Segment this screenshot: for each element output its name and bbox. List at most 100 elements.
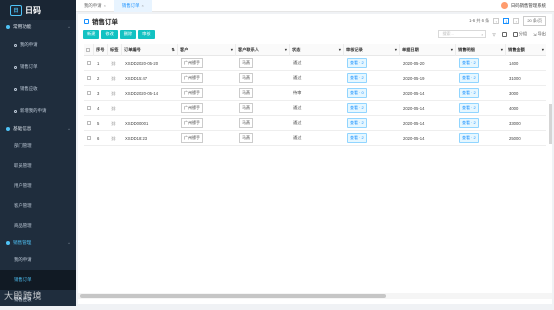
column-header[interactable]: 序号 bbox=[94, 43, 108, 56]
group-button[interactable]: 分组 bbox=[512, 31, 527, 37]
view-link-tag[interactable]: 查看 · 2 bbox=[459, 133, 479, 143]
reference-pill[interactable]: 马燕 bbox=[239, 103, 253, 113]
chevron-down-icon[interactable]: ▾ bbox=[285, 47, 287, 52]
reference-pill[interactable]: 广州镖手 bbox=[181, 103, 203, 113]
link-icon[interactable]: ⛓ bbox=[111, 106, 116, 111]
reference-pill[interactable]: 广州镖手 bbox=[181, 88, 203, 98]
export-button[interactable]: ⇲ 导出 bbox=[533, 31, 546, 37]
view-link-tag[interactable]: 查看 · 2 bbox=[459, 88, 479, 98]
reference-pill[interactable]: 马燕 bbox=[239, 118, 253, 128]
column-header[interactable]: 标签 bbox=[108, 43, 122, 56]
view-link-tag[interactable]: 查看 · 0 bbox=[347, 88, 367, 98]
column-header[interactable]: 客户 ▾ bbox=[178, 43, 236, 56]
row-checkbox[interactable] bbox=[87, 90, 91, 95]
row-checkbox[interactable] bbox=[87, 105, 91, 110]
sidebar-item-new-request[interactable]: 新增我的申请 bbox=[0, 100, 76, 122]
table-row[interactable]: 5 ⛓ XSDD00001 广州镖手 马燕 通过 查看 · 2 2020-05-14 查看 · … bbox=[84, 116, 546, 131]
chevron-down-icon[interactable]: ▾ bbox=[395, 47, 397, 52]
reference-pill[interactable]: 马燕 bbox=[239, 73, 253, 83]
table-row[interactable]: 2 ⛓ XSDD15:47 广州镖手 马燕 通过 查看 · 2 2020-05-19 查看 · … bbox=[84, 71, 546, 86]
table-row[interactable]: 6 ⛓ XSDD18:23 广州镖手 马燕 通过 查看 · 2 2020-05-14 查看 · … bbox=[84, 131, 546, 146]
edit-button[interactable]: 修改 bbox=[101, 29, 118, 39]
view-link-tag[interactable]: 查看 · 2 bbox=[347, 58, 367, 68]
link-icon[interactable]: ⛓ bbox=[111, 76, 116, 81]
tab-sales-orders[interactable]: 销售订单 × bbox=[113, 0, 152, 12]
table-cell: 2020-05-14 bbox=[403, 90, 425, 96]
sidebar-item-sales-receivable[interactable]: 销售应收 bbox=[0, 78, 76, 100]
column-header[interactable]: 客户联系人 ▾ bbox=[236, 43, 290, 56]
select-all-cell[interactable] bbox=[84, 43, 94, 56]
view-link-tag[interactable]: 查看 · 2 bbox=[347, 133, 367, 143]
sidebar-group-sales[interactable]: 销售管理 ^ bbox=[0, 236, 76, 250]
reference-pill[interactable]: 马燕 bbox=[239, 133, 253, 143]
link-icon[interactable]: ⛓ bbox=[111, 61, 116, 66]
audit-button[interactable]: 审核 bbox=[138, 29, 155, 39]
reference-pill[interactable]: 广州镖手 bbox=[181, 73, 203, 83]
sidebar-item-customers[interactable]: 客户管理 bbox=[0, 196, 76, 216]
reference-pill[interactable]: 马燕 bbox=[239, 88, 253, 98]
delete-button[interactable]: 删除 bbox=[119, 29, 137, 39]
column-header[interactable]: 单据日期 ▾ bbox=[400, 43, 456, 56]
row-checkbox[interactable] bbox=[87, 135, 91, 140]
sidebar-item-sales-orders[interactable]: 销售订单 bbox=[0, 56, 76, 78]
sort-icon[interactable]: ⇅ bbox=[171, 47, 175, 52]
link-icon[interactable]: ⛓ bbox=[111, 91, 116, 96]
column-settings-button[interactable] bbox=[501, 31, 507, 37]
row-checkbox[interactable] bbox=[87, 75, 91, 80]
reference-pill[interactable]: 马燕 bbox=[239, 58, 253, 68]
table-cell: 查看 · 0 bbox=[344, 88, 400, 98]
sidebar-item-staff[interactable]: 职员管理 bbox=[0, 156, 76, 176]
table-row[interactable]: 1 ⛓ XSDD2020-05-20 广州镖手 马燕 通过 查看 · 2 2020-05-20… bbox=[84, 56, 546, 71]
link-icon[interactable]: ⛓ bbox=[111, 136, 116, 141]
filter-button[interactable]: ▽ bbox=[492, 32, 495, 37]
reference-pill[interactable]: 广州镖手 bbox=[181, 118, 203, 128]
sidebar-item-departments[interactable]: 部门管理 bbox=[0, 136, 76, 156]
table-cell: 查看 · 2 bbox=[456, 88, 506, 98]
row-checkbox[interactable] bbox=[87, 60, 91, 65]
horizontal-scrollbar[interactable] bbox=[80, 294, 386, 298]
view-link-tag[interactable]: 查看 · 2 bbox=[347, 118, 367, 128]
column-header[interactable]: 状态 ▾ bbox=[290, 43, 344, 56]
chevron-down-icon[interactable]: ▾ bbox=[339, 47, 341, 52]
page-size-select[interactable]: 20 条/页 bbox=[523, 16, 546, 26]
table-row[interactable]: 3 ⛓ XSDD2020-05-14 广州镖手 马燕 待审 查看 · 0 2020-05-14… bbox=[84, 86, 546, 101]
view-link-tag[interactable]: 查看 · 2 bbox=[459, 58, 479, 68]
column-header[interactable]: 订单编号 ⇅ bbox=[122, 43, 178, 56]
sidebar-item-products[interactable]: 商品管理 bbox=[0, 216, 76, 236]
vertical-scrollbar[interactable] bbox=[549, 104, 552, 144]
chevron-down-icon[interactable]: ▾ bbox=[231, 47, 233, 52]
sidebar-item-users[interactable]: 用户管理 bbox=[0, 176, 76, 196]
user-menu[interactable]: 日码销售管理系统 bbox=[500, 2, 554, 9]
row-checkbox[interactable] bbox=[87, 120, 91, 125]
view-link-tag[interactable]: 查看 · 2 bbox=[459, 73, 479, 83]
close-icon[interactable]: × bbox=[142, 3, 144, 8]
sidebar-group-common[interactable]: 常用功能 ^ bbox=[0, 20, 76, 34]
search-input[interactable]: 搜索... ⌕ bbox=[438, 30, 487, 38]
tab-my-requests[interactable]: 我的申请 × bbox=[76, 0, 114, 12]
column-header[interactable]: 审核记录 ▾ bbox=[344, 43, 400, 56]
reference-pill[interactable]: 广州镖手 bbox=[181, 133, 203, 143]
view-link-tag[interactable]: 查看 · 2 bbox=[347, 103, 367, 113]
view-link-tag[interactable]: 查看 · 2 bbox=[347, 73, 367, 83]
sidebar-item-my-requests[interactable]: 我的申请 bbox=[0, 34, 76, 56]
reference-pill[interactable]: 广州镖手 bbox=[181, 58, 203, 68]
right-tools: 搜索... ⌕ ▽ 分组 ⇲ 导出 bbox=[438, 30, 552, 38]
checkbox[interactable] bbox=[86, 47, 90, 52]
new-button[interactable]: 新建 bbox=[83, 29, 100, 39]
column-header[interactable]: 销售明细 ▾ bbox=[456, 43, 506, 56]
column-header[interactable]: 销售金额 ▾ bbox=[506, 44, 546, 56]
next-page-button[interactable]: › bbox=[513, 18, 520, 24]
sidebar-item-sales-my-requests[interactable]: 我的申请 bbox=[0, 250, 76, 270]
chevron-down-icon[interactable]: ▾ bbox=[451, 47, 453, 52]
chevron-down-icon[interactable]: ▾ bbox=[542, 47, 544, 52]
sidebar-group-basic[interactable]: 基础信息 ^ bbox=[0, 122, 76, 136]
current-page[interactable]: 1 bbox=[503, 18, 510, 24]
view-link-tag[interactable]: 查看 · 2 bbox=[459, 103, 479, 113]
view-link-tag[interactable]: 查看 · 2 bbox=[459, 118, 479, 128]
close-icon[interactable]: × bbox=[104, 3, 106, 8]
chevron-down-icon[interactable]: ▾ bbox=[501, 47, 503, 52]
link-icon[interactable]: ⛓ bbox=[111, 121, 116, 126]
table-row[interactable]: 4 ⛓ 广州镖手 马燕 通过 查看 · 2 2020-05-14 查看 · 2 4000 bbox=[84, 101, 546, 116]
sidebar-item-sales-orders-active[interactable]: 销售订单 bbox=[0, 270, 76, 290]
prev-page-button[interactable]: ‹ bbox=[493, 18, 500, 24]
